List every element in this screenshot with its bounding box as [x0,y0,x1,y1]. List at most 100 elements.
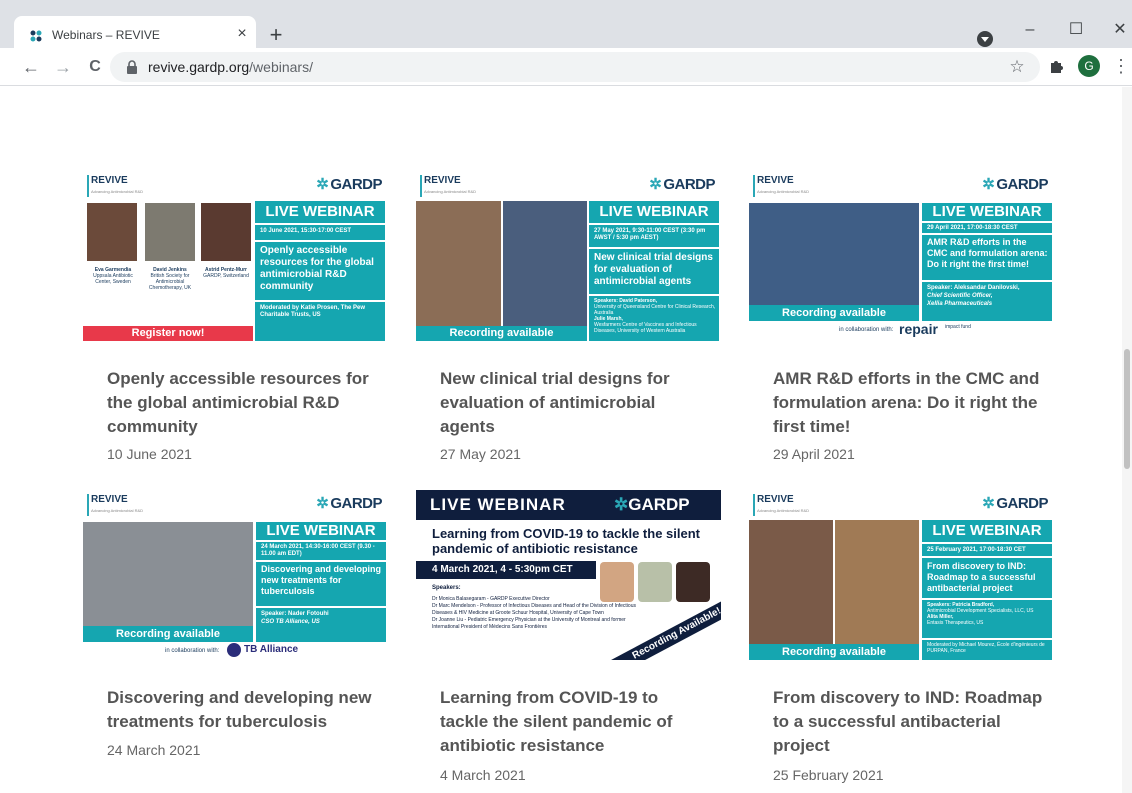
address-bar[interactable]: revive.gardp.org/webinars/ ☆ [110,52,1040,82]
forward-button[interactable]: → [52,56,74,78]
reload-button[interactable]: C [84,56,106,78]
register-now-button[interactable]: Register now! [83,326,253,341]
recording-available-badge: Recording available [749,644,919,660]
webinar-date: 29 April 2021 [773,446,855,462]
speaker-photo [638,562,672,602]
revive-logo: REVIVE Advancing Antimicrobial R&D [753,175,809,197]
webinar-title-link[interactable]: Discovering and developing new treatment… [107,686,377,734]
live-webinar-label: LIVE WEBINAR [932,203,1042,220]
webinar-title-link[interactable]: Openly accessible resources for the glob… [107,367,377,439]
speaker-photo [201,203,251,261]
bookmark-star-icon[interactable]: ☆ [1006,56,1028,78]
live-webinar-label: LIVE WEBINAR [430,495,566,514]
page-scrollbar[interactable] [1122,87,1132,793]
webinar-date-time: 10 June 2021, 15:30-17:00 CEST [260,228,352,234]
webinar-thumbnail[interactable]: REVIVE Advancing Antimicrobial R&D ✲ GARDP… [83,490,388,660]
webinar-speakers: Speakers: Patricia Bradford, Antimicrobia… [927,602,1034,626]
webinar-thumbnail[interactable]: REVIVE Advancing Antimicrobial R&D ✲ GARDP… [749,490,1054,660]
gardp-logo: ✲GARDP [982,176,1048,193]
webinar-card[interactable]: LIVE WEBINAR ✲GARDP Learning from COVID-… [416,490,721,790]
speaker-photo [416,201,501,341]
webinar-thumbnail[interactable]: REVIVE Advancing Antimicrobial R&D ✲ GARDP… [416,171,721,341]
webinar-date-time: 25 February 2021, 17:00-18:30 CET [927,547,1026,553]
webinar-info-panel: LIVE WEBINAR 29 April 2021, 17:00-18:30 … [922,203,1052,321]
webinar-date-time: 4 March 2021, 4 - 5:30pm CET [416,561,596,579]
webinar-card[interactable]: REVIVE Advancing Antimicrobial R&D ✲ GARDP… [416,171,721,471]
minimize-button[interactable]: – [1010,18,1050,42]
webinar-date: 24 March 2021 [107,742,201,758]
tab-search-icon[interactable] [976,30,994,48]
title-bar [0,0,1132,8]
repair-logo: repair [899,321,938,337]
webinar-date-time: 24 March 2021, 14:30-16:00 CEST (9.30 - … [261,544,375,557]
recording-available-badge: Recording available [83,626,253,642]
lock-icon [127,60,137,74]
webinar-card[interactable]: REVIVE Advancing Antimicrobial R&D ✲ GARDP… [83,171,388,471]
webinar-topic: Openly accessible resources for the glob… [260,245,374,292]
webinar-speakers: Speakers: David Paterson, University of Q… [594,298,716,334]
speaker-photo [83,522,253,642]
kebab-menu-icon[interactable]: ⋮ [1112,55,1130,77]
speaker-photo [145,203,195,261]
webinar-card[interactable]: REVIVE Advancing Antimicrobial R&D ✲ GARDP… [749,490,1054,790]
speaker-caption: Eva Garmendia Uppsala Antibiotic Center, … [93,267,133,285]
gardp-logo: ✲GARDP [316,176,382,193]
tb-alliance-icon [227,643,241,657]
live-webinar-label: LIVE WEBINAR [932,522,1042,539]
recording-available-badge: Recording available [416,326,587,341]
speakers-label: Speakers: [432,585,461,591]
webinar-date: 27 May 2021 [440,446,521,462]
webinar-date-time: 27 May 2021, 9:30-11:00 CEST (3:30 pm AW… [594,228,706,241]
webinar-title-link[interactable]: From discovery to IND: Roadmap to a succ… [773,686,1043,758]
webinar-date: 25 February 2021 [773,767,884,783]
gardp-logo: ✲GARDP [649,176,715,193]
tab-close-icon[interactable]: × [232,24,252,44]
webinar-topic: AMR R&D efforts in the CMC and formulati… [927,237,1048,269]
speaker-photo [749,203,919,321]
revive-logo: REVIVE Advancing Antimicrobial R&D [753,494,809,516]
webinar-headline: Learning from COVID-19 to tackle the sil… [432,526,700,556]
profile-avatar[interactable]: G [1078,55,1100,77]
live-webinar-label: LIVE WEBINAR [265,203,375,220]
webinar-info-panel: LIVE WEBINAR 25 February 2021, 17:00-18:… [922,520,1052,660]
recording-available-badge: Recording available [749,305,919,321]
gardp-logo: ✲GARDP [614,495,690,514]
scrollbar-thumb[interactable] [1124,349,1130,469]
back-button[interactable]: ← [20,56,42,78]
webinar-topic: Discovering and developing new treatment… [261,564,382,596]
webinar-thumbnail[interactable]: LIVE WEBINAR ✲GARDP Learning from COVID-… [416,490,721,660]
browser-toolbar: ← → C revive.gardp.org/webinars/ ☆ [0,48,1132,86]
tb-alliance-logo: TB Alliance [244,644,299,655]
tab-strip: Webinars – REVIVE × + – ☐ ✕ [0,8,1132,56]
webinar-moderator: Moderated by Katie Prosen, The Pew Chari… [260,305,366,318]
webinar-thumbnail[interactable]: REVIVE Advancing Antimicrobial R&D ✲ GARDP… [749,171,1054,341]
webinar-date-time: 29 April 2021, 17:00-18:30 CEST [927,225,1018,231]
repair-logo-sub: impact fund [945,324,971,330]
webinar-card[interactable]: REVIVE Advancing Antimicrobial R&D ✲ GARDP… [83,490,388,790]
webinar-speaker: Speaker: Aleksandar Danilovski, Chief Sci… [927,285,1020,307]
webinar-info-panel: LIVE WEBINAR 27 May 2021, 9:30-11:00 CES… [589,201,719,341]
revive-logo: REVIVE Advancing Antimicrobial R&D [87,175,143,197]
collaboration-label: in collaboration with: [165,648,220,654]
maximize-button[interactable]: ☐ [1056,18,1096,42]
live-webinar-label: LIVE WEBINAR [266,522,376,539]
webinar-date: 10 June 2021 [107,446,192,462]
browser-window: Webinars – REVIVE × + – ☐ ✕ ← → C revive… [0,0,1132,793]
webinar-info-panel: LIVE WEBINAR 24 March 2021, 14:30-16:00 … [256,522,386,642]
close-window-button[interactable]: ✕ [1100,18,1132,42]
speaker-photo [835,520,919,660]
webinar-topic: New clinical trial designs for evaluatio… [594,252,713,287]
webinar-title-link[interactable]: AMR R&D efforts in the CMC and formulati… [773,367,1043,439]
speaker-photo [676,562,710,602]
extensions-puzzle-icon[interactable] [1047,56,1067,76]
webinar-speaker: Speaker: Nader Fotouhi CSO TB Alliance, U… [261,611,329,625]
webinar-card[interactable]: REVIVE Advancing Antimicrobial R&D ✲ GARDP… [749,171,1054,471]
webinar-speakers: Dr Monica Balasegaram - GARDP Executive … [432,596,636,630]
webinar-title-link[interactable]: New clinical trial designs for evaluatio… [440,367,710,439]
speaker-caption: Astrid Pentz-Murr GARDP, Switzerland [203,267,249,279]
webinar-thumbnail[interactable]: REVIVE Advancing Antimicrobial R&D ✲ GARDP… [83,171,388,341]
page-content: REVIVE Advancing Antimicrobial R&D ✲ GARDP… [0,87,1132,793]
revive-logo: REVIVE Advancing Antimicrobial R&D [420,175,476,197]
webinar-title-link[interactable]: Learning from COVID-19 to tackle the sil… [440,686,710,758]
new-tab-button[interactable]: + [264,24,288,48]
